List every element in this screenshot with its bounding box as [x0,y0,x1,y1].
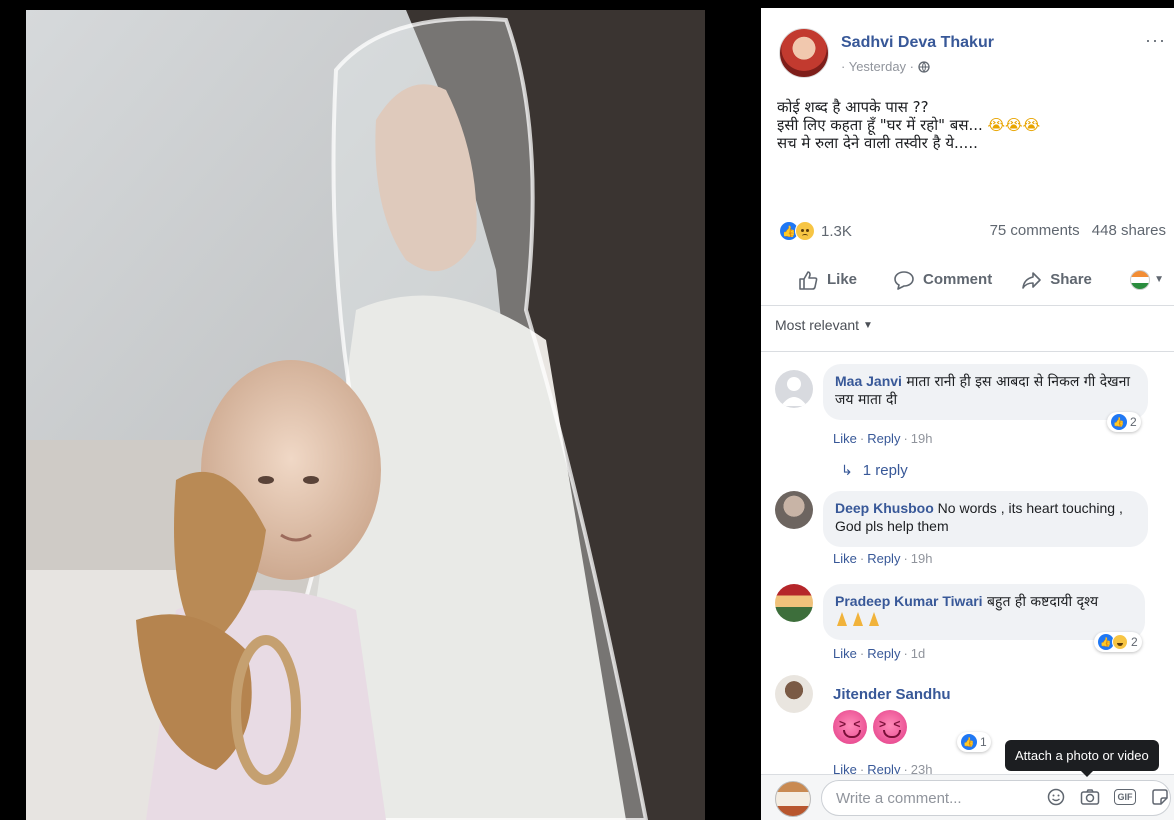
reaction-count: 2 [1131,635,1138,649]
view-replies-link[interactable]: ↳ 1 reply [841,462,908,479]
tired-face-emoji-icon [833,710,867,744]
caret-down-icon: ▼ [1154,274,1164,285]
reply-arrow-icon: ↳ [841,462,853,478]
folded-hands-icon [851,612,865,626]
speech-bubble-icon [894,270,914,290]
comment-bubble: Deep Khusboo No words , its heart touchi… [823,491,1148,547]
share-label: Share [1050,271,1092,288]
post-text-line: कोई शब्द है आपके पास ?? [777,98,929,116]
comment-time[interactable]: 19h [911,431,933,446]
comment-author[interactable]: Maa Janvi [835,373,902,389]
post-time-text[interactable]: · Yesterday · [841,59,914,74]
comment-reply-link[interactable]: Reply [867,431,900,446]
comment-meta: Like · Reply · 19h [833,551,933,566]
comment-share-counts: 75 comments 448 shares [990,222,1166,239]
post-text-line: इसी लिए कहता हूँ "घर में रहो" बस... 😭😭😭 [777,116,1041,134]
tired-face-emoji-icon [873,710,907,744]
reaction-icons[interactable]: 👍 [779,221,815,241]
comment-reply-link[interactable]: Reply [867,646,900,661]
comment-author[interactable]: Pradeep Kumar Tiwari [835,593,983,609]
globe-icon [918,60,930,73]
reaction-count: 1 [980,735,987,749]
thumbs-up-icon [799,270,818,290]
post-text-line: सच मे रुला देने वाली तस्वीर है ये..... [777,134,978,152]
like-button[interactable]: Like [791,260,863,300]
reactions-summary: 👍 1.3K 75 comments 448 shares [779,218,1174,244]
camera-icon[interactable] [1080,787,1100,807]
post-text: कोई शब्द है आपके पास ?? इसी लिए कहता हूँ… [777,98,1157,152]
comment-like-link[interactable]: Like [833,646,857,661]
comment-like-link[interactable]: Like [833,551,857,566]
comment-time[interactable]: 19h [911,551,933,566]
reaction-count: 2 [1130,415,1137,429]
folded-hands-icon [835,612,849,626]
folded-hands-icon [867,612,881,626]
sticker-icon[interactable] [1150,787,1170,807]
commenter-avatar[interactable] [775,584,813,622]
comment-time[interactable]: 1d [911,646,925,661]
haha-reaction-icon [1112,634,1128,650]
comment-placeholder: Write a comment... [836,789,962,807]
replies-label: 1 reply [862,462,908,479]
comment-label: Comment [923,271,993,288]
profile-avatar [1130,269,1151,290]
comment-reply-link[interactable]: Reply [867,551,900,566]
comment-author[interactable]: Deep Khusboo [835,500,934,516]
photo-viewer [0,0,760,820]
commenter-avatar[interactable] [775,491,813,529]
audience-selector[interactable]: ▼ [1130,269,1164,290]
default-avatar-icon [781,377,807,406]
like-label: Like [827,271,858,288]
comment-sort-dropdown[interactable]: Most relevant ▼ [775,317,873,333]
comment-sticker-emojis [833,710,913,749]
share-arrow-icon [1022,271,1041,289]
comment-composer: Write a comment... GIF [761,774,1174,820]
caret-down-icon: ▼ [863,319,873,331]
comments-count[interactable]: 75 comments [990,222,1080,239]
comment-like-link[interactable]: Like [833,431,857,446]
comment-text: बहुत ही कष्टदायी दृश्य [987,594,1099,610]
comment-author[interactable]: Jitender Sandhu [833,686,951,703]
comment-reactions-badge[interactable]: 👍 2 [1094,632,1142,652]
comment-button[interactable]: Comment [887,260,998,300]
shares-count[interactable]: 448 shares [1092,222,1166,239]
sad-reaction-icon [795,221,815,241]
comment-bubble: Pradeep Kumar Tiwari बहुत ही कष्टदायी दृ… [823,584,1145,640]
like-reaction-icon: 👍 [961,734,977,750]
comments-list: Maa Janvi माता रानी ही इस आबदा से निकल ग… [761,351,1174,777]
comment-meta: Like · Reply · 1d [833,646,926,661]
author-avatar[interactable] [779,28,829,78]
like-reaction-icon: 👍 [1111,414,1127,430]
comment-reactions-badge[interactable]: 👍 2 [1107,412,1141,432]
post-photo[interactable] [26,10,705,820]
share-button[interactable]: Share [1014,260,1098,300]
gif-icon[interactable]: GIF [1114,789,1136,805]
author-name[interactable]: Sadhvi Deva Thakur [841,34,994,52]
post-header: Sadhvi Deva Thakur · Yesterday · ··· [761,8,1174,98]
crying-emoji-icon: 😭😭😭 [982,116,1041,134]
more-options-icon[interactable]: ··· [1145,30,1166,51]
post-actions-bar: Like Comment Share ▼ [761,254,1174,306]
commenter-avatar[interactable] [775,370,813,408]
composer-tools: GIF [1046,787,1170,807]
comment-meta: Like · Reply · 19h [833,431,933,446]
commenter-avatar[interactable] [775,675,813,713]
reaction-count[interactable]: 1.3K [821,223,852,240]
attach-photo-tooltip: Attach a photo or video [1005,740,1159,777]
smiley-icon[interactable] [1046,787,1066,807]
post-timestamp: · Yesterday · [841,59,930,74]
sort-label: Most relevant [775,317,860,333]
current-user-avatar [775,781,811,817]
comment-bubble: Maa Janvi माता रानी ही इस आबदा से निकल ग… [823,364,1148,420]
photo-illustration [26,10,705,820]
post-side-panel: Sadhvi Deva Thakur · Yesterday · ··· कोई… [761,8,1174,820]
comment-reactions-badge[interactable]: 👍 1 [957,732,991,752]
